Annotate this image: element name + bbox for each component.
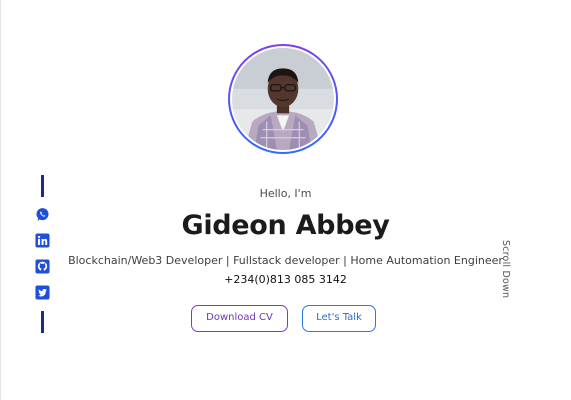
hero-greeting: Hello, I'm — [259, 187, 312, 200]
page-left-border — [0, 0, 1, 400]
hero-phone: +234(0)813 085 3142 — [224, 273, 347, 286]
download-cv-button[interactable]: Download CV — [191, 305, 288, 332]
hero-roles: Blockchain/Web3 Developer | Fullstack de… — [68, 254, 503, 267]
avatar-image — [232, 48, 334, 150]
scroll-down-link[interactable]: Scroll Down — [497, 240, 511, 300]
linkedin-icon[interactable] — [35, 233, 50, 248]
social-divider-bottom — [41, 311, 44, 333]
profile-avatar — [228, 44, 338, 154]
lets-talk-button[interactable]: Let's Talk — [302, 305, 376, 332]
twitter-icon[interactable] — [35, 285, 50, 300]
social-divider-top — [41, 175, 44, 197]
avatar-photo — [230, 46, 336, 152]
hero-name: Gideon Abbey — [181, 210, 390, 241]
github-icon[interactable] — [35, 259, 50, 274]
whatsapp-icon[interactable] — [35, 207, 50, 222]
